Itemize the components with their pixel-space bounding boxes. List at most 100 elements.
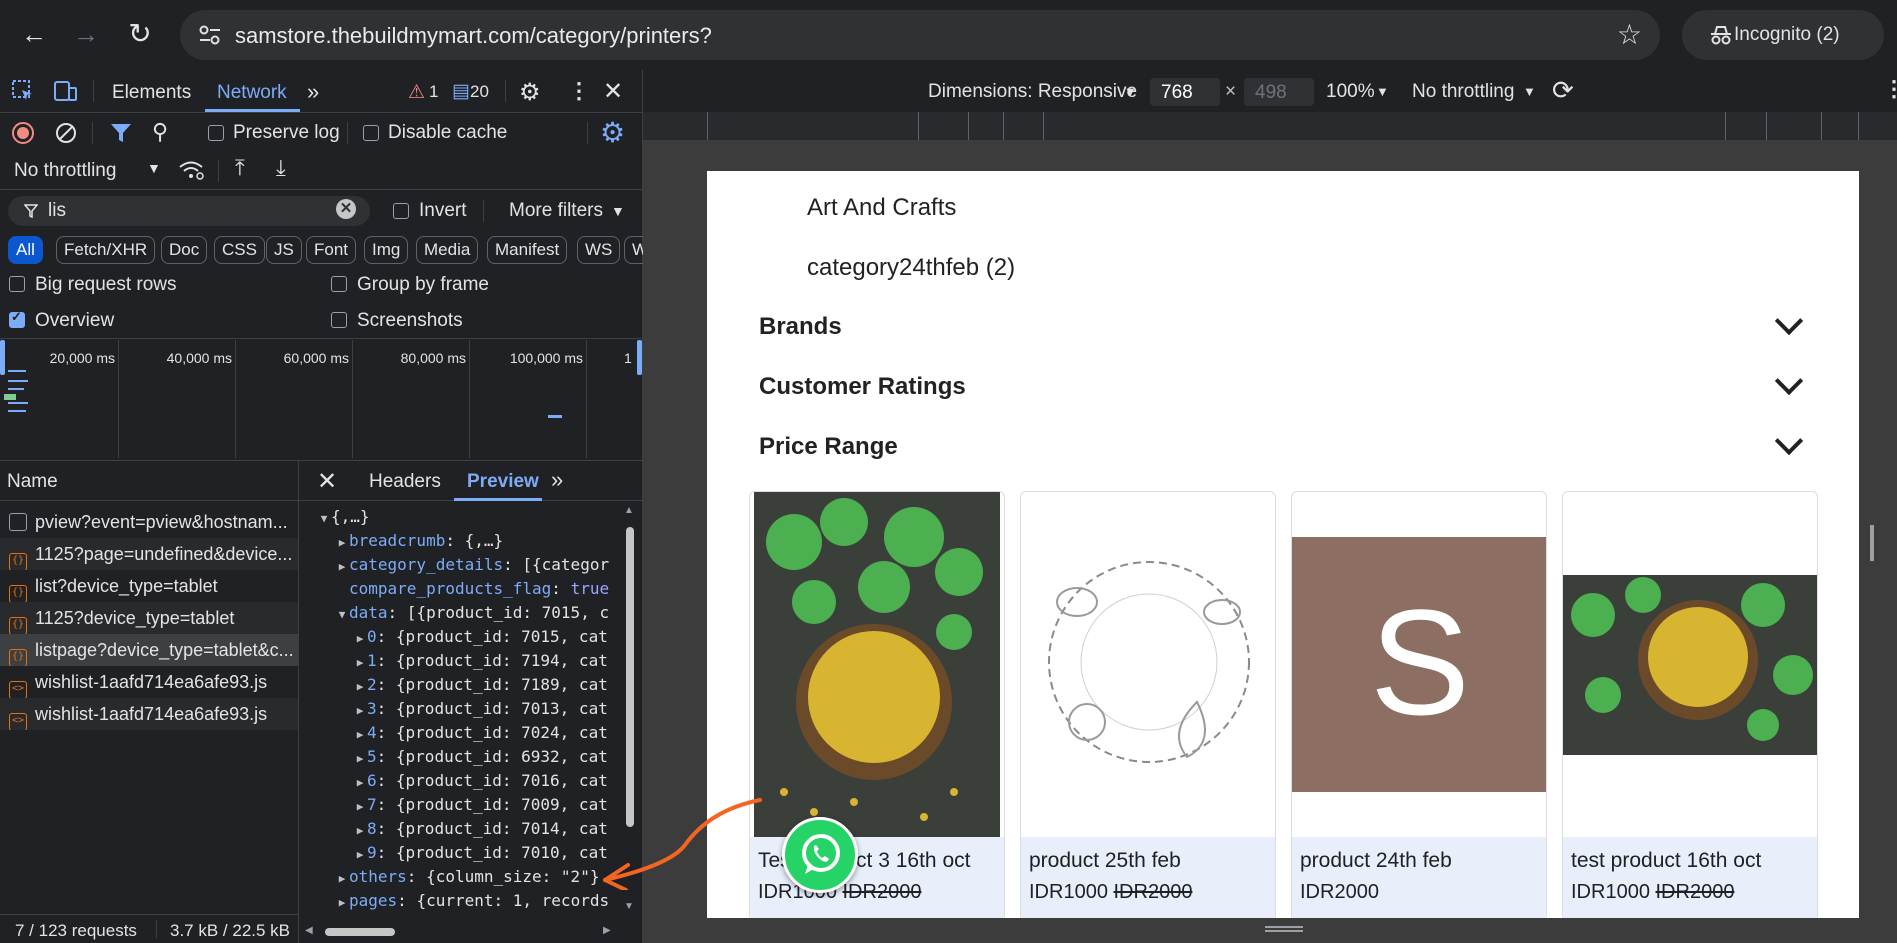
big-request-rows-checkbox[interactable] [9,276,25,292]
network-conditions-icon[interactable] [178,159,204,181]
back-arrow-icon[interactable]: ← [16,16,52,52]
product-card[interactable]: S product 24th feb IDR2000 [1291,491,1547,918]
tab-elements[interactable]: Elements [112,82,191,104]
chip-ws[interactable]: WS [577,236,621,264]
json-key[interactable]: data [349,603,388,622]
chip-font[interactable]: Font [306,236,357,264]
import-har-icon[interactable]: ⤒ [235,155,245,181]
filter-input-box[interactable]: lis ✕ [8,196,370,226]
search-icon[interactable]: ⚲ [152,119,168,145]
chip-media[interactable]: Media [416,236,479,264]
timeline-left-handle[interactable] [0,340,5,375]
chip-doc[interactable]: Doc [161,236,208,264]
more-filters-button[interactable]: More filters [509,200,603,222]
request-row[interactable]: {} 1125?device_type=tablet [0,602,298,634]
preview-horizontal-scrollbar[interactable]: ◀ ▶ [299,925,621,939]
category-link[interactable]: category24thfeb (2) [807,254,1015,282]
zoom-select[interactable]: 100% [1326,81,1375,103]
timeline-overview[interactable]: 20,000 ms 40,000 ms 60,000 ms 80,000 ms … [0,340,643,458]
json-key[interactable]: category_details [349,555,503,574]
product-card[interactable]: test product 16th oct IDR1000 IDR2000 [1562,491,1818,918]
json-index[interactable]: 8 [367,819,377,838]
json-index[interactable]: 5 [367,747,377,766]
url-text[interactable]: samstore.thebuildmymart.com/category/pri… [235,23,712,49]
product-card[interactable]: product 25th feb IDR1000 IDR2000 [1020,491,1276,918]
address-bar[interactable]: samstore.thebuildmymart.com/category/pri… [180,10,1660,60]
group-by-frame-checkbox[interactable] [331,276,347,292]
device-toolbar-icon[interactable] [54,80,78,102]
dimensions-select[interactable]: Dimensions: Responsive [928,81,1137,103]
settings-gear-icon[interactable]: ⚙ [519,78,541,107]
request-row[interactable]: <> wishlist-1aafd714ea6afe93.js [0,698,298,730]
more-filters-chevron-icon[interactable]: ▼ [611,203,625,219]
width-input[interactable]: 768 [1150,78,1220,106]
name-column-header[interactable]: Name [0,461,298,501]
chip-fetch-xhr[interactable]: Fetch/XHR [56,236,156,264]
message-count[interactable]: 20 [470,82,489,102]
bookmark-star-icon[interactable]: ☆ [1617,18,1642,51]
json-index[interactable]: 1 [367,651,377,670]
network-settings-gear-icon[interactable]: ⚙ [600,116,625,149]
media-query-bar[interactable] [643,112,1897,140]
filter-icon[interactable] [110,122,132,144]
close-detail-icon[interactable]: ✕ [317,467,337,496]
tab-preview[interactable]: Preview [467,471,539,493]
site-settings-icon[interactable] [198,24,222,46]
accordion-customer-ratings[interactable]: Customer Ratings [759,373,966,401]
product-name[interactable]: product 25th feb [1029,849,1181,873]
warning-count[interactable]: 1 [429,82,438,102]
request-row[interactable]: {} list?device_type=tablet [0,570,298,602]
json-key[interactable]: breadcrumb [349,531,445,550]
chevron-down-icon[interactable]: ▼ [147,160,161,176]
zoom-chevron-icon[interactable]: ▼ [1376,84,1389,99]
tab-headers[interactable]: Headers [369,471,441,493]
resize-handle-bottom[interactable] [1265,926,1303,932]
timeline-right-handle[interactable] [637,340,642,375]
device-throttling-chevron-icon[interactable]: ▼ [1523,84,1536,99]
json-preview[interactable]: ▼ {,…} ▶ breadcrumb: {,…} ▶ category_detail… [299,505,621,915]
json-index[interactable]: 3 [367,699,377,718]
warning-icon[interactable]: ⚠ [408,81,425,104]
chip-img[interactable]: Img [364,236,409,264]
request-row[interactable]: {} 1125?page=undefined&device... [0,538,298,570]
json-index[interactable]: 4 [367,723,377,742]
screenshots-checkbox[interactable] [331,312,347,328]
request-row[interactable]: pview?event=pview&hostnam... [0,506,298,538]
clear-filter-icon[interactable]: ✕ [336,199,356,219]
dimensions-chevron-icon[interactable]: ▼ [1124,84,1137,99]
json-index[interactable]: 7 [367,795,377,814]
device-kebab-icon[interactable]: ⋮ [1883,76,1897,102]
more-detail-tabs-icon[interactable]: » [551,467,563,493]
kebab-menu-icon[interactable]: ⋮ [568,78,590,104]
inspect-element-icon[interactable] [12,80,34,102]
stop-recording-icon[interactable] [12,122,34,144]
rotate-icon[interactable]: ⟳ [1552,75,1574,106]
chevron-down-icon[interactable] [1774,366,1804,396]
resize-handle-right[interactable] [1870,525,1874,561]
clear-icon[interactable] [55,122,77,144]
json-key[interactable]: others [349,867,407,886]
product-name[interactable]: product 24th feb [1300,849,1452,873]
more-tabs-icon[interactable]: » [307,79,319,105]
export-har-icon[interactable]: ⤓ [276,155,286,181]
chip-css[interactable]: CSS [214,236,265,264]
incognito-button[interactable]: Incognito (2) [1682,10,1884,60]
throttling-select[interactable]: No throttling [14,160,116,182]
tab-network[interactable]: Network [217,82,287,104]
filter-input[interactable]: lis [48,200,66,222]
accordion-price-range[interactable]: Price Range [759,433,898,461]
chip-all[interactable]: All [8,236,43,264]
json-index[interactable]: 9 [367,843,377,862]
request-row-selected[interactable]: {} listpage?device_type=tablet&c... [0,634,298,666]
json-key[interactable]: pages [349,891,397,910]
chevron-down-icon[interactable] [1774,306,1804,336]
accordion-brands[interactable]: Brands [759,313,842,341]
request-row[interactable]: <> wishlist-1aafd714ea6afe93.js [0,666,298,698]
height-input[interactable]: 498 [1244,78,1314,106]
chip-js[interactable]: JS [266,236,302,264]
reload-icon[interactable]: ↻ [122,16,158,52]
json-index[interactable]: 0 [367,627,377,646]
device-throttling-select[interactable]: No throttling [1412,81,1514,103]
chip-wasm[interactable]: W [624,236,643,264]
json-index[interactable]: 2 [367,675,377,694]
